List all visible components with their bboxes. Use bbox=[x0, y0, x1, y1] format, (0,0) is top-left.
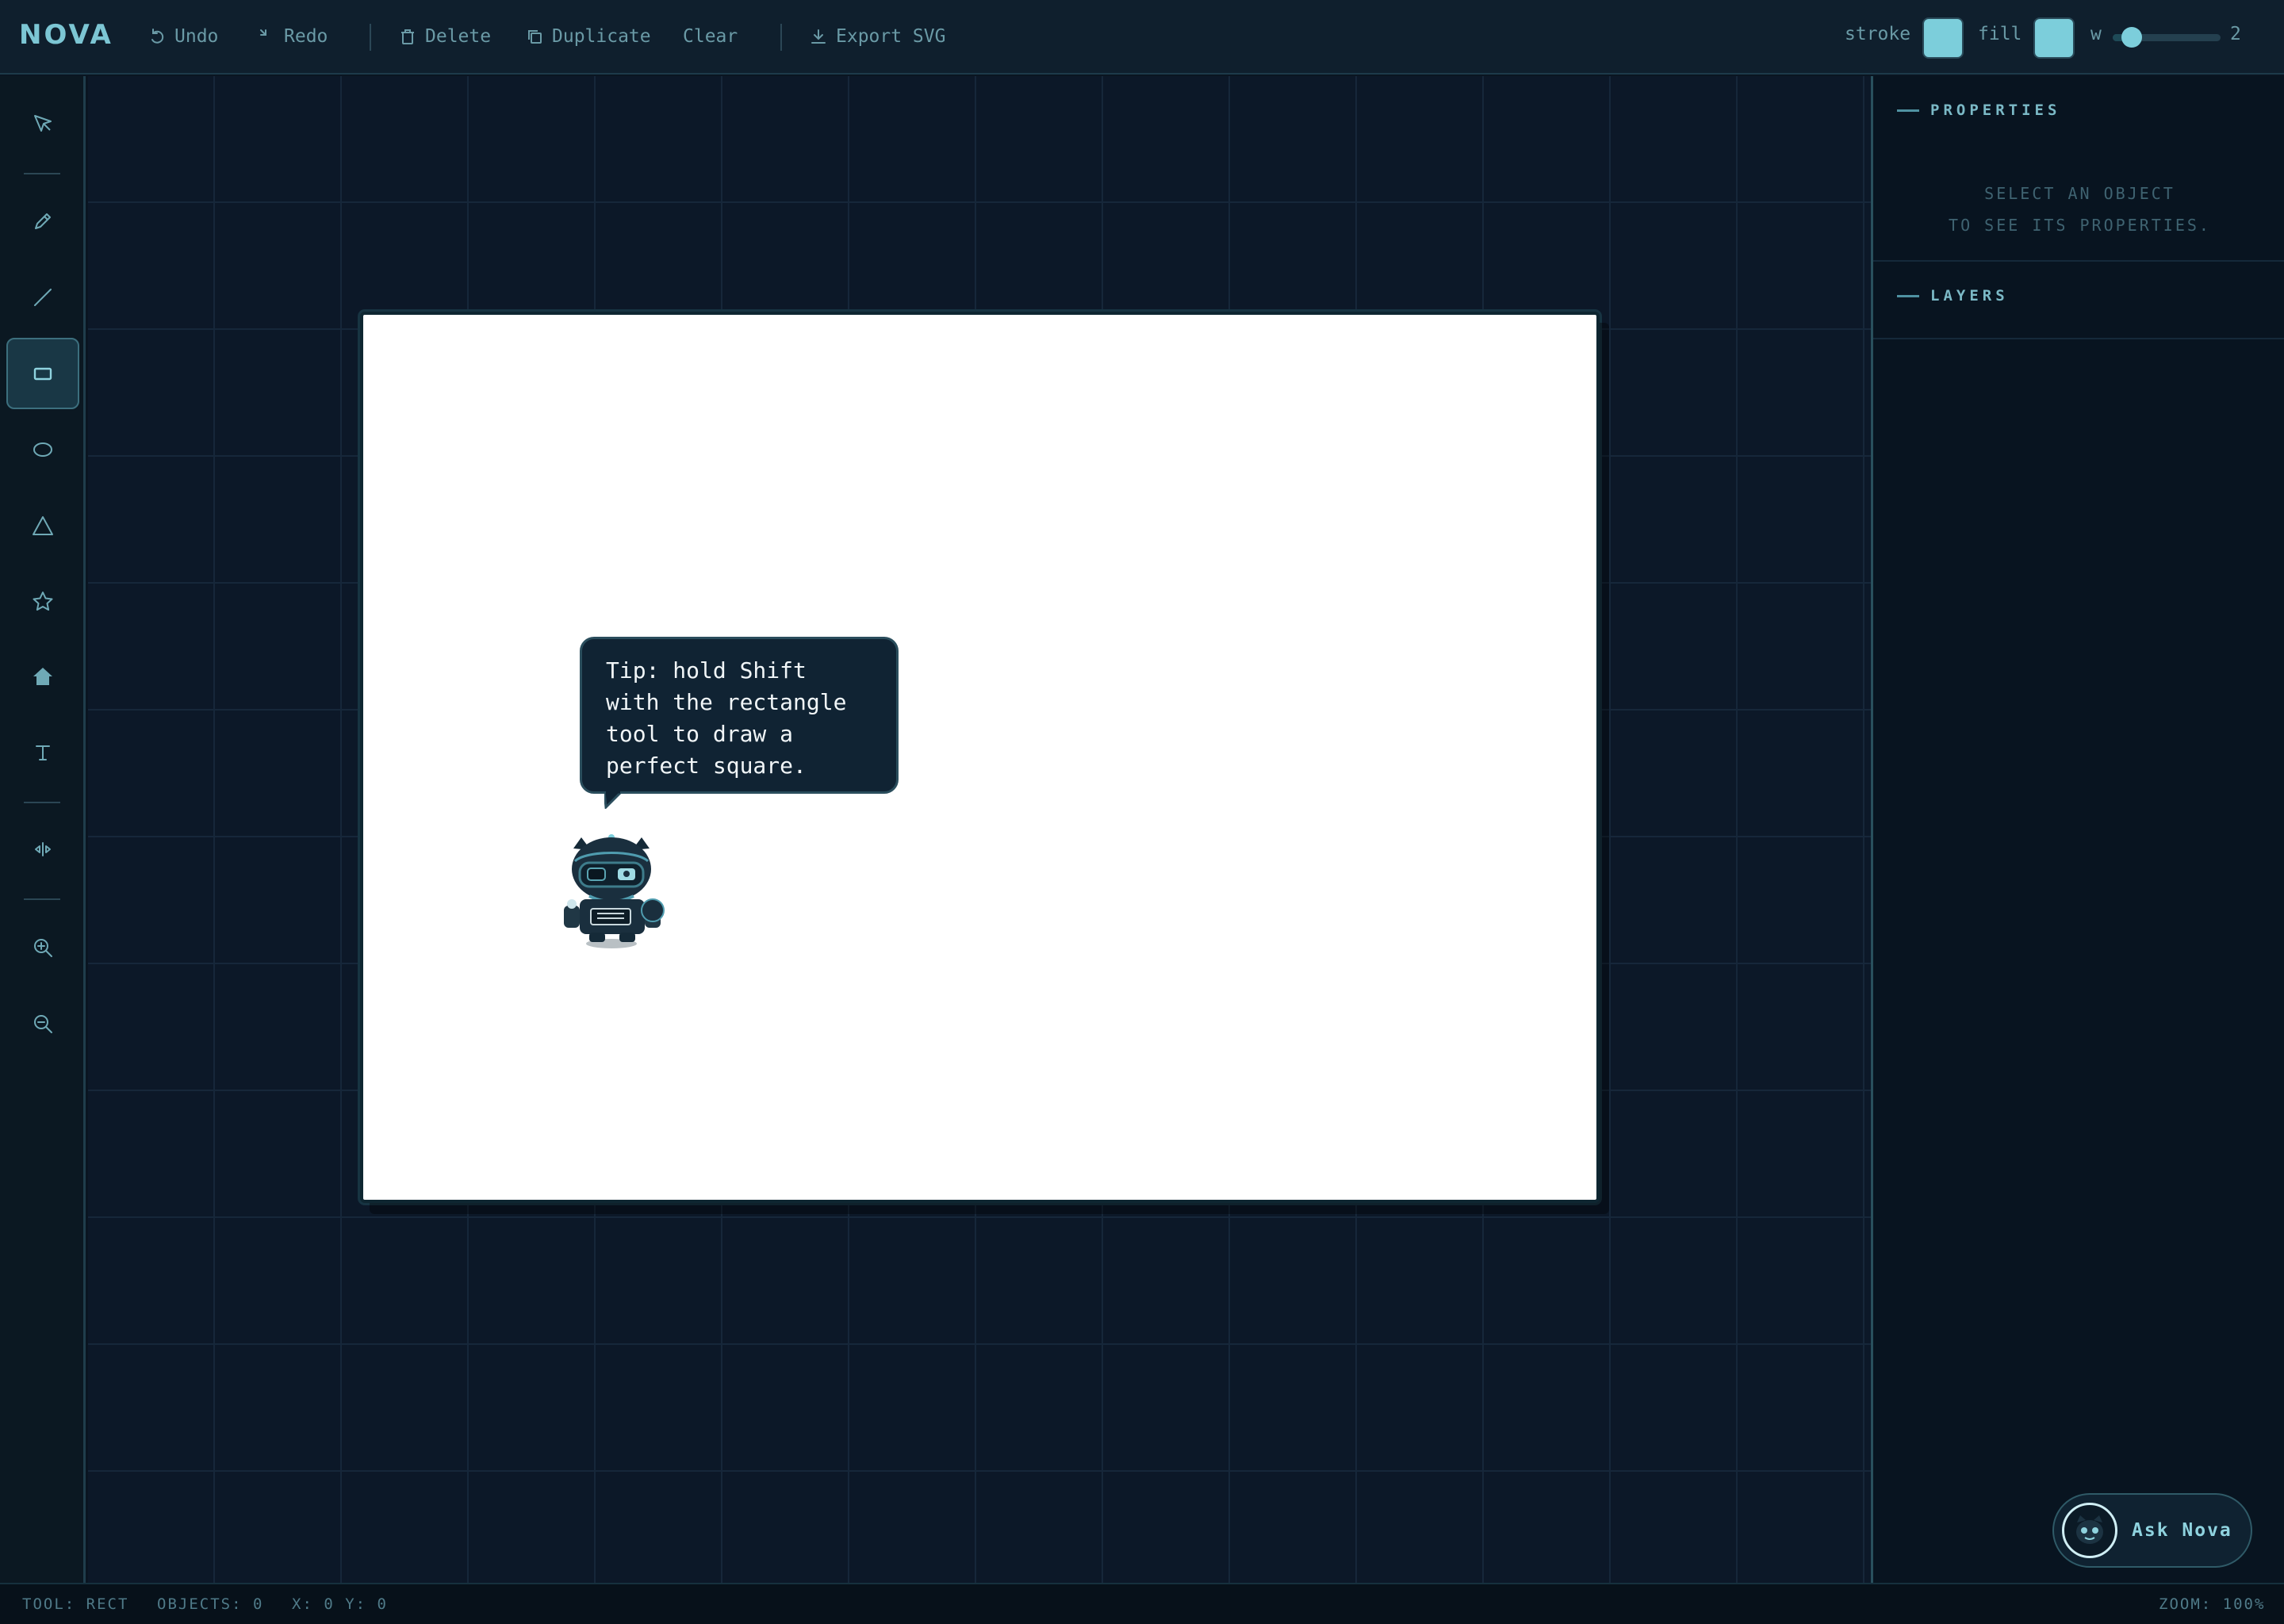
properties-empty-state: SELECT AN OBJECT TO SEE ITS PROPERTIES. bbox=[1873, 178, 2284, 241]
triangle-icon bbox=[33, 516, 53, 535]
status-zoom: ZOOM: 100% bbox=[2159, 1595, 2266, 1613]
tool-star[interactable] bbox=[6, 566, 79, 638]
cat-face-icon bbox=[2076, 1515, 2103, 1544]
properties-empty-line: TO SEE ITS PROPERTIES. bbox=[1949, 216, 2211, 235]
tool-select[interactable] bbox=[6, 89, 79, 160]
toolbar-divider bbox=[370, 24, 371, 51]
tool-zoom-in[interactable] bbox=[6, 912, 79, 983]
fill-label: fill bbox=[1978, 24, 2022, 44]
right-panel: PROPERTIES SELECT AN OBJECT TO SEE ITS P… bbox=[1871, 76, 2284, 1583]
workspace-grid[interactable]: Tip: hold Shift with the rectangle tool … bbox=[88, 76, 1871, 1583]
tool-rail-divider bbox=[24, 898, 60, 900]
properties-empty-line: SELECT AN OBJECT bbox=[1984, 184, 2175, 203]
tool-flip[interactable] bbox=[6, 814, 79, 885]
trash-icon bbox=[401, 29, 414, 44]
nova-avatar bbox=[2062, 1503, 2117, 1558]
house-icon bbox=[33, 668, 52, 685]
tool-zoom-out[interactable] bbox=[6, 988, 79, 1059]
tool-rail-divider bbox=[24, 173, 60, 174]
nova-cat-mascot bbox=[564, 834, 665, 948]
fill-color-swatch[interactable] bbox=[2033, 17, 2075, 59]
export-svg-label: Export SVG bbox=[836, 26, 946, 47]
redo-button[interactable]: Redo bbox=[257, 22, 328, 51]
ask-nova-label: Ask Nova bbox=[2132, 1520, 2232, 1541]
rectangle-icon bbox=[33, 367, 52, 381]
properties-title: PROPERTIES bbox=[1930, 102, 2061, 119]
stroke-label: stroke bbox=[1845, 24, 1911, 44]
tool-house[interactable] bbox=[6, 641, 79, 712]
tip-bubble-tail bbox=[604, 791, 623, 809]
panel-divider bbox=[1873, 338, 2284, 339]
undo-label: Undo bbox=[174, 26, 219, 47]
zoom-in-icon bbox=[34, 939, 52, 957]
app-logo: NOVA bbox=[19, 19, 113, 51]
tool-line[interactable] bbox=[6, 262, 79, 333]
star-icon bbox=[33, 592, 53, 611]
download-icon bbox=[811, 29, 826, 44]
delete-button[interactable]: Delete bbox=[398, 22, 491, 51]
tool-ellipse[interactable] bbox=[6, 414, 79, 485]
panel-divider bbox=[1873, 260, 2284, 262]
top-toolbar: NOVA Undo Redo Delete Duplicate Clear Ex… bbox=[0, 0, 2284, 75]
stroke-width-label: w bbox=[2090, 24, 2102, 44]
tool-rail-divider bbox=[24, 802, 60, 803]
duplicate-icon bbox=[528, 30, 542, 44]
status-bar: TOOL: RECT OBJECTS: 0 X: 0 Y: 0 ZOOM: 10… bbox=[0, 1583, 2284, 1624]
tip-bubble: Tip: hold Shift with the rectangle tool … bbox=[580, 637, 899, 794]
duplicate-button[interactable]: Duplicate bbox=[525, 22, 651, 51]
collapse-dash-icon bbox=[1897, 294, 1919, 297]
undo-button[interactable]: Undo bbox=[148, 22, 218, 51]
slider-thumb[interactable] bbox=[2121, 27, 2142, 48]
collapse-dash-icon bbox=[1897, 109, 1919, 112]
text-icon bbox=[36, 745, 50, 760]
redo-icon bbox=[260, 29, 266, 36]
layers-title: LAYERS bbox=[1930, 287, 2009, 304]
stroke-width-slider[interactable] bbox=[2113, 27, 2221, 48]
status-object-count: OBJECTS: 0 bbox=[157, 1595, 264, 1613]
stroke-color-swatch[interactable] bbox=[1922, 17, 1964, 59]
clear-button[interactable]: Clear bbox=[683, 22, 738, 51]
status-cursor-coords: X: 0 Y: 0 bbox=[292, 1595, 388, 1613]
export-svg-button[interactable]: Export SVG bbox=[809, 22, 945, 51]
line-icon bbox=[34, 289, 52, 306]
delete-label: Delete bbox=[425, 26, 492, 47]
undo-icon bbox=[151, 29, 164, 44]
duplicate-label: Duplicate bbox=[552, 26, 651, 47]
status-tool: TOOL: RECT bbox=[22, 1595, 129, 1613]
flip-horizontal-icon bbox=[35, 842, 51, 856]
drawing-canvas[interactable] bbox=[360, 312, 1600, 1203]
redo-label: Redo bbox=[284, 26, 328, 47]
tool-rectangle[interactable] bbox=[6, 338, 79, 409]
ellipse-icon bbox=[33, 442, 52, 457]
toolbar-divider bbox=[780, 24, 782, 51]
select-arrow-icon bbox=[34, 115, 52, 132]
stroke-width-value: 2 bbox=[2230, 24, 2241, 44]
layers-section-header[interactable]: LAYERS bbox=[1897, 287, 2009, 304]
clear-label: Clear bbox=[683, 26, 738, 47]
tool-triangle[interactable] bbox=[6, 490, 79, 561]
pencil-icon bbox=[35, 213, 51, 229]
zoom-out-icon bbox=[34, 1015, 52, 1033]
tool-rail bbox=[0, 76, 86, 1583]
tool-pencil[interactable] bbox=[6, 186, 79, 257]
properties-section-header[interactable]: PROPERTIES bbox=[1897, 102, 2060, 119]
app-root: NOVA Undo Redo Delete Duplicate Clear Ex… bbox=[0, 0, 2284, 1624]
ask-nova-button[interactable]: Ask Nova bbox=[2052, 1493, 2252, 1568]
tool-text[interactable] bbox=[6, 717, 79, 788]
